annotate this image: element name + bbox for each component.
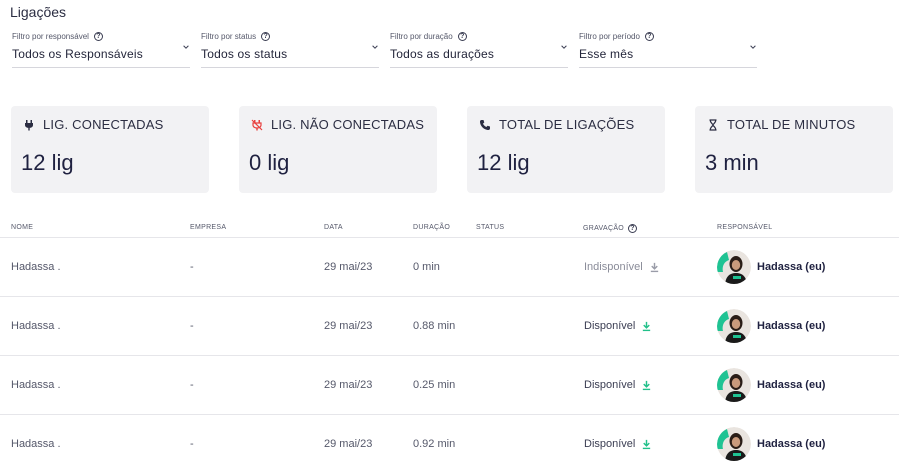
download-icon[interactable] <box>641 439 652 450</box>
cell-duracao: 0 min <box>413 261 440 273</box>
cell-gravacao: Indisponível <box>584 261 660 273</box>
responsavel-name: Hadassa (eu) <box>757 379 826 391</box>
help-icon[interactable]: ? <box>93 31 103 41</box>
avatar <box>717 250 751 284</box>
cell-nome: Hadassa . <box>11 438 61 450</box>
chevron-down-icon[interactable] <box>560 43 568 51</box>
table-row[interactable]: Hadassa . - 29 mai/23 0.92 min Disponíve… <box>0 415 899 473</box>
help-icon[interactable]: ? <box>261 31 271 41</box>
download-icon[interactable] <box>641 321 652 332</box>
cell-gravacao: Disponível <box>584 438 652 450</box>
card-value: 12 lig <box>477 150 530 175</box>
cell-gravacao: Disponível <box>584 379 652 391</box>
help-icon[interactable]: ? <box>457 31 467 41</box>
filter-value: Todos os status <box>201 47 288 61</box>
chevron-down-icon[interactable] <box>749 43 757 51</box>
responsavel-name: Hadassa (eu) <box>757 320 826 332</box>
filter-status[interactable]: Filtro por status? Todos os status <box>201 30 379 68</box>
cell-responsavel: Hadassa (eu) <box>717 309 825 343</box>
filter-duracao[interactable]: Filtro por duração? Todos as durações <box>390 30 568 68</box>
plug-icon <box>25 119 33 130</box>
help-icon[interactable]: ? <box>644 31 654 41</box>
hourglass-icon <box>709 118 717 131</box>
cell-duracao: 0.92 min <box>413 438 456 450</box>
download-icon <box>650 262 658 272</box>
filter-responsavel[interactable]: Filtro por responsável? Todos os Respons… <box>12 30 190 68</box>
cell-responsavel: Hadassa (eu) <box>717 250 825 284</box>
card-total-ligacoes: TOTAL DE LIGAÇÕES 12 lig <box>467 106 665 193</box>
filter-value: Todos as durações <box>390 47 495 61</box>
filters-bar: Filtro por responsável? Todos os Respons… <box>12 30 758 70</box>
responsavel-name: Hadassa (eu) <box>757 438 826 450</box>
card-label: LIG. CONECTADAS <box>43 117 164 132</box>
help-icon[interactable]: ? <box>628 224 638 233</box>
column-header-gravacao-label: GRAVAÇÃO <box>583 225 625 232</box>
table-row[interactable]: Hadassa . - 29 mai/23 0 min Indisponível… <box>0 238 899 297</box>
card-value: 0 lig <box>249 150 290 175</box>
responsavel-name: Hadassa (eu) <box>757 261 826 273</box>
avatar <box>717 427 751 461</box>
page-title: Ligações <box>10 4 67 20</box>
cell-data: 29 mai/23 <box>324 379 373 391</box>
gravacao-status: Disponível <box>584 379 636 391</box>
calls-table: NOME EMPRESA DATA DURAÇÃO STATUS GRAVAÇÃ… <box>0 218 899 473</box>
cell-nome: Hadassa . <box>11 379 61 391</box>
cell-responsavel: Hadassa (eu) <box>717 368 825 402</box>
cell-empresa: - <box>190 261 194 273</box>
cell-empresa: - <box>190 438 194 450</box>
table-header: NOME EMPRESA DATA DURAÇÃO STATUS GRAVAÇÃ… <box>0 218 899 238</box>
card-lig-nao-conectadas: LIG. NÃO CONECTADAS 0 lig <box>239 106 437 193</box>
card-label: LIG. NÃO CONECTADAS <box>271 117 425 132</box>
chevron-down-icon[interactable] <box>371 43 379 51</box>
gravacao-status: Indisponível <box>584 261 643 273</box>
card-label: TOTAL DE MINUTOS <box>727 117 856 132</box>
column-header-empresa[interactable]: EMPRESA <box>190 224 226 231</box>
cell-duracao: 0.88 min <box>413 320 456 332</box>
column-header-nome[interactable]: NOME <box>11 224 33 231</box>
filter-label: Filtro por duração <box>390 31 453 41</box>
column-header-data[interactable]: DATA <box>324 224 343 231</box>
cell-data: 29 mai/23 <box>324 438 373 450</box>
card-value: 12 lig <box>21 150 74 175</box>
filter-periodo[interactable]: Filtro por período? Esse mês <box>579 30 757 68</box>
cell-empresa: - <box>190 379 194 391</box>
chevron-down-icon[interactable] <box>182 43 190 51</box>
unplugged-icon <box>251 119 263 130</box>
gravacao-status: Disponível <box>584 438 636 450</box>
card-label: TOTAL DE LIGAÇÕES <box>499 117 635 132</box>
card-lig-conectadas: LIG. CONECTADAS 12 lig <box>11 106 209 193</box>
filter-label: Filtro por período <box>579 31 640 41</box>
cell-empresa: - <box>190 320 194 332</box>
table-row[interactable]: Hadassa . - 29 mai/23 0.25 min Disponíve… <box>0 356 899 415</box>
card-total-minutos: TOTAL DE MINUTOS 3 min <box>695 106 893 193</box>
avatar <box>717 309 751 343</box>
avatar <box>717 368 751 402</box>
column-header-gravacao[interactable]: GRAVAÇÃO? <box>583 224 638 233</box>
filter-value: Esse mês <box>579 47 634 61</box>
cell-gravacao: Disponível <box>584 320 652 332</box>
column-header-status[interactable]: STATUS <box>476 224 504 231</box>
download-icon[interactable] <box>641 380 652 391</box>
phone-icon <box>480 119 490 130</box>
cell-data: 29 mai/23 <box>324 320 373 332</box>
gravacao-status: Disponível <box>584 320 636 332</box>
filter-label: Filtro por status <box>201 31 257 41</box>
cell-nome: Hadassa . <box>11 261 61 273</box>
table-row[interactable]: Hadassa . - 29 mai/23 0.88 min Disponíve… <box>0 297 899 356</box>
column-header-duracao[interactable]: DURAÇÃO <box>413 224 450 231</box>
cell-nome: Hadassa . <box>11 320 61 332</box>
cell-duracao: 0.25 min <box>413 379 456 391</box>
cell-data: 29 mai/23 <box>324 261 373 273</box>
filter-label: Filtro por responsável <box>12 31 89 41</box>
card-value: 3 min <box>705 150 759 175</box>
cell-responsavel: Hadassa (eu) <box>717 427 825 461</box>
column-header-responsavel[interactable]: RESPONSÁVEL <box>717 224 772 231</box>
filter-value: Todos os Responsáveis <box>12 47 143 61</box>
